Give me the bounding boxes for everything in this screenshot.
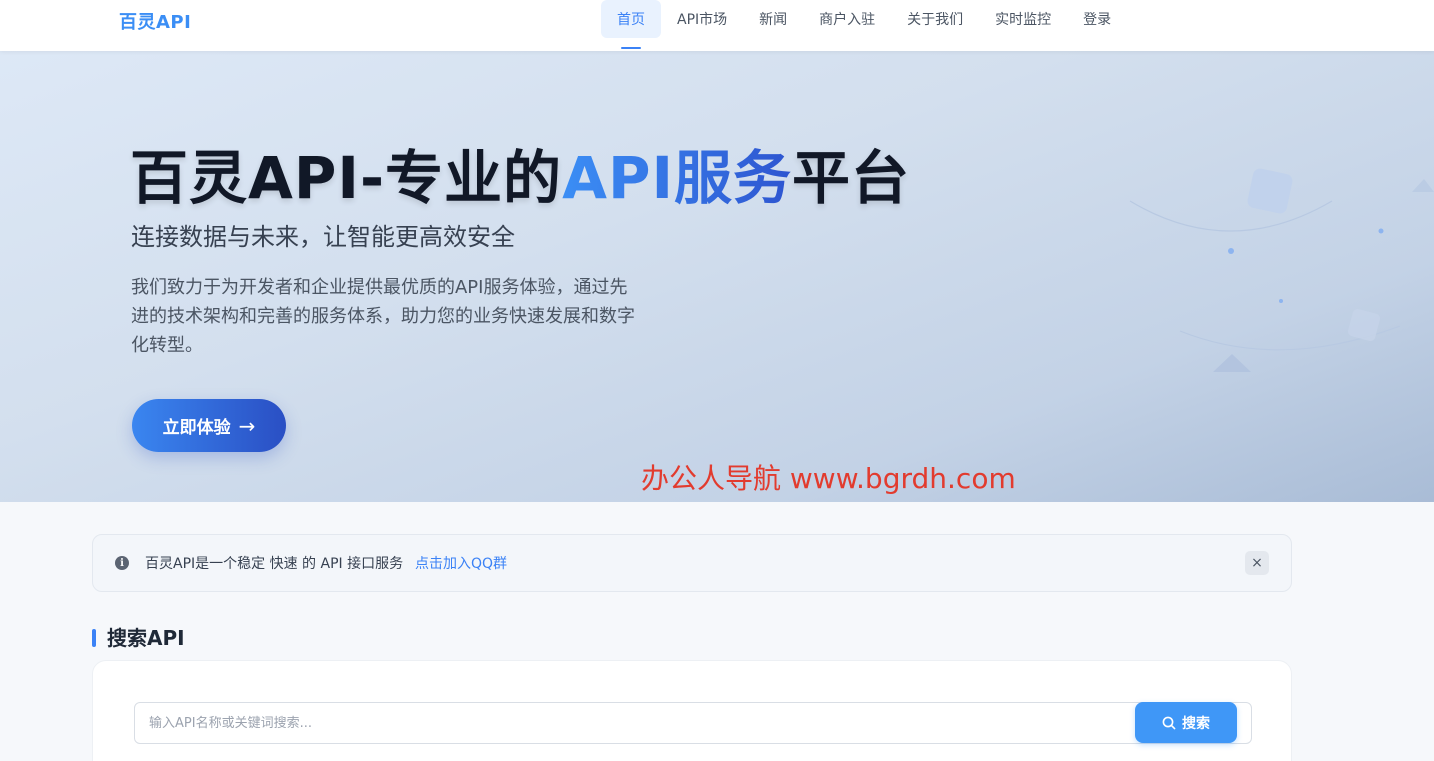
hero-title-accent: API服务 [562,144,793,212]
search-section-title: 搜索API [92,626,185,650]
try-now-label: 立即体验 [162,418,231,438]
nav-item-home[interactable]: 首页 [601,0,661,38]
hero-title-suffix: 平台 [792,144,911,212]
arrow-right-icon: → [238,413,256,438]
deco-triangle-right [1412,179,1434,192]
search-button-label: 搜索 [1182,715,1210,732]
info-icon: i [115,556,129,570]
nav-item-about[interactable]: 关于我们 [891,0,979,38]
hero-banner: 百灵API-专业的API服务平台 连接数据与未来，让智能更高效安全 我们致力于为… [0,51,1434,502]
main-nav: 首页 API市场 新闻 商户入驻 关于我们 实时监控 登录 [601,0,1127,51]
deco-triangle-bottom [1213,354,1251,372]
deco-dot-3 [1378,228,1384,234]
hero-description: 我们致力于为开发者和企业提供最优质的API服务体验，通过先进的技术架构和完善的服… [131,277,635,356]
nav-item-news[interactable]: 新闻 [743,0,803,38]
deco-arc-top [1129,200,1333,232]
join-qq-group-link[interactable]: 点击加入QQ群 [415,553,507,573]
hero-decoration [1129,168,1434,372]
close-icon[interactable]: × [1245,551,1269,575]
top-header: 百灵API 首页 API市场 新闻 商户入驻 关于我们 实时监控 登录 [0,0,1434,51]
try-now-button[interactable]: 立即体验 → [132,399,286,452]
nav-item-login[interactable]: 登录 [1067,0,1127,38]
hero-title: 百灵API-专业的API服务平台 [130,131,910,215]
notice-banner: i 百灵API是一个稳定 快速 的 API 接口服务 点击加入QQ群 × [92,534,1292,592]
hero-subtitle: 连接数据与未来，让智能更高效安全 [131,223,515,251]
watermark-text: 办公人导航 www.bgrdh.com [641,462,1016,495]
search-input[interactable] [134,702,1252,744]
deco-square-large [1247,168,1293,214]
notice-text: 百灵API是一个稳定 快速 的 API 接口服务 [145,556,404,572]
nav-item-merchant[interactable]: 商户入驻 [803,0,891,38]
nav-item-monitor[interactable]: 实时监控 [979,0,1067,38]
deco-square-small [1347,308,1381,342]
nav-item-api-market[interactable]: API市场 [661,0,743,38]
brand-logo[interactable]: 百灵API [119,8,191,34]
hero-title-prefix: 百灵API-专业的 [130,144,563,212]
deco-dot-1 [1228,248,1234,254]
search-icon [1162,716,1176,729]
search-card: 搜索 [92,660,1292,761]
search-button[interactable]: 搜索 [1135,702,1237,743]
deco-dot-2 [1279,299,1283,303]
